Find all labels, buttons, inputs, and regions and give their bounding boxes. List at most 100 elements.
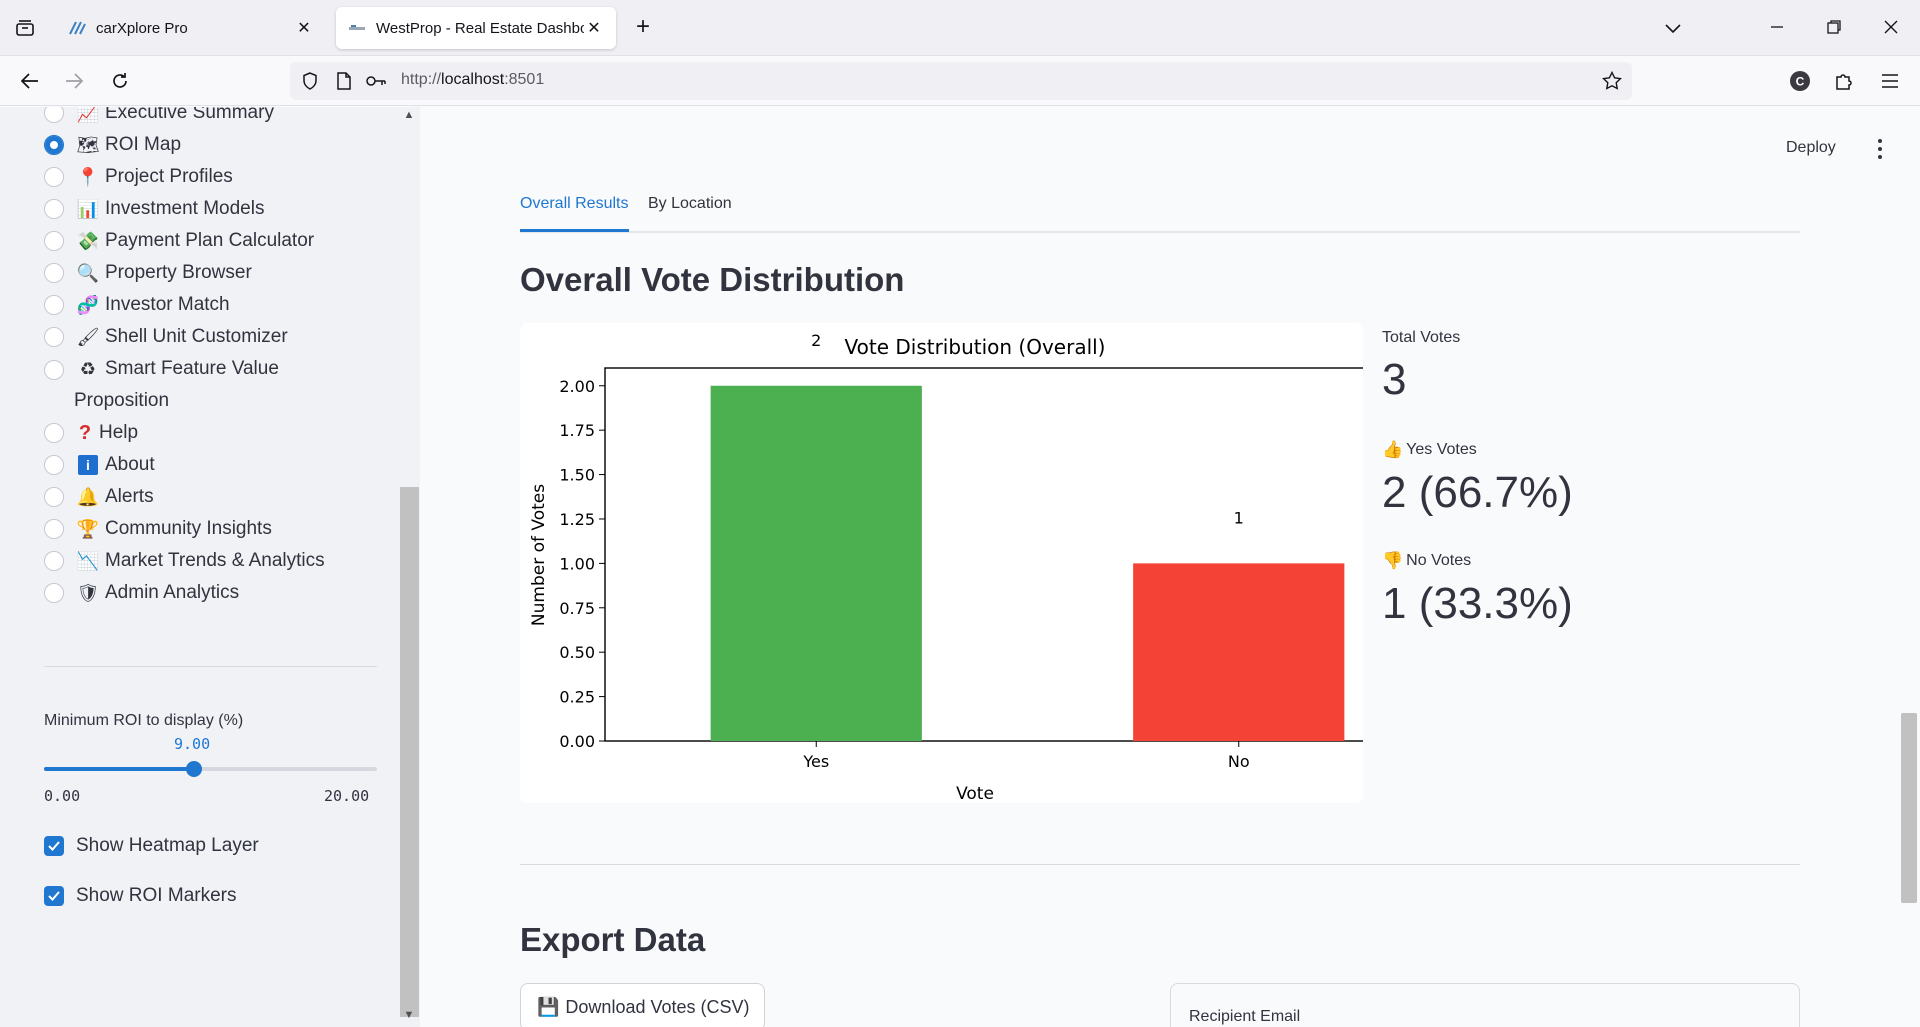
download-votes-csv-button[interactable]: 💾 Download Votes (CSV) bbox=[520, 983, 765, 1027]
radio-button[interactable] bbox=[44, 107, 64, 123]
tab-title: WestProp - Real Estate Dashboard bbox=[376, 19, 584, 37]
tab-by-location[interactable]: By Location bbox=[648, 195, 732, 213]
bell-icon: 🔔 bbox=[76, 486, 100, 507]
deploy-button[interactable]: Deploy bbox=[1786, 139, 1836, 157]
shield-tracking-icon[interactable] bbox=[300, 71, 320, 91]
westprop-favicon-icon bbox=[348, 19, 366, 37]
roi-slider-handle[interactable] bbox=[185, 761, 202, 777]
radio-button[interactable] bbox=[44, 263, 64, 283]
address-bar[interactable]: http://localhost:8501 bbox=[290, 62, 1632, 100]
checkbox-label: Show ROI Markers bbox=[76, 885, 237, 906]
roi-slider-value: 9.00 bbox=[174, 735, 211, 753]
total-votes-metric: Total Votes 3 bbox=[1382, 329, 1460, 405]
checkbox-checked-icon[interactable] bbox=[44, 836, 64, 856]
close-tab-icon[interactable]: ✕ bbox=[294, 18, 314, 38]
radio-button[interactable] bbox=[44, 583, 64, 603]
sidebar-item-community-insights[interactable]: 🏆 Community Insights bbox=[44, 518, 272, 540]
sidebar-item-project-profiles[interactable]: 📍 Project Profiles bbox=[44, 166, 233, 188]
y-tick-label: 1.00 bbox=[559, 554, 595, 573]
sidebar-item-roi-map[interactable]: 🗺 ROI Map bbox=[44, 134, 181, 156]
sidebar-scrollbar[interactable]: ▲ ▼ bbox=[399, 107, 420, 1027]
sidebar-item-market-trends[interactable]: 📉 Market Trends & Analytics bbox=[44, 550, 325, 572]
sidebar-item-smart-feature-value-proposition[interactable]: ♻ Smart Feature Value bbox=[44, 358, 279, 380]
minimize-icon[interactable] bbox=[1762, 14, 1792, 42]
radio-button[interactable] bbox=[44, 423, 64, 443]
x-tick-label: No bbox=[1228, 752, 1250, 771]
metric-value: 3 bbox=[1382, 355, 1407, 404]
scrollbar-thumb[interactable] bbox=[400, 487, 419, 1017]
bar-data-label: 2 bbox=[811, 331, 821, 350]
tab-list-icon[interactable] bbox=[10, 14, 40, 42]
radio-button[interactable] bbox=[44, 519, 64, 539]
sidebar-item-label: Proposition bbox=[74, 390, 170, 411]
y-tick-label: 1.75 bbox=[559, 421, 595, 440]
scroll-up-arrow-icon[interactable]: ▲ bbox=[401, 109, 417, 125]
sidebar-item-property-browser[interactable]: 🔍 Property Browser bbox=[44, 262, 252, 284]
bar-chart-icon: 📊 bbox=[76, 198, 100, 219]
roi-markers-checkbox[interactable]: Show ROI Markers bbox=[44, 885, 236, 907]
restore-icon[interactable] bbox=[1819, 14, 1849, 42]
sidebar-item-investment-models[interactable]: 📊 Investment Models bbox=[44, 198, 264, 220]
sidebar-item-help[interactable]: ? Help bbox=[44, 422, 138, 444]
back-arrow-icon[interactable] bbox=[14, 66, 46, 96]
sidebar-item-label: Investment Models bbox=[105, 198, 265, 219]
new-tab-plus-icon[interactable]: + bbox=[628, 14, 658, 42]
floppy-disk-icon: 💾 bbox=[537, 996, 560, 1017]
list-all-tabs-chevron-icon[interactable] bbox=[1658, 14, 1688, 42]
radio-button[interactable] bbox=[44, 487, 64, 507]
sidebar-item-label-continuation[interactable]: Proposition bbox=[74, 390, 169, 412]
sidebar-item-alerts[interactable]: 🔔 Alerts bbox=[44, 486, 154, 508]
radio-button[interactable] bbox=[44, 551, 64, 571]
heatmap-layer-checkbox[interactable]: Show Heatmap Layer bbox=[44, 835, 259, 857]
url-text[interactable]: http://localhost:8501 bbox=[401, 71, 544, 89]
bar-data-label: 1 bbox=[1234, 508, 1244, 527]
extensions-puzzle-icon[interactable] bbox=[1828, 66, 1860, 96]
radio-button[interactable] bbox=[44, 455, 64, 475]
y-tick-label: 2.00 bbox=[559, 377, 595, 396]
radio-button[interactable] bbox=[44, 231, 64, 251]
sidebar-divider bbox=[44, 666, 377, 667]
sidebar-item-payment-plan-calculator[interactable]: 💸 Payment Plan Calculator bbox=[44, 230, 314, 252]
radio-button[interactable] bbox=[44, 360, 64, 380]
map-icon: 🗺 bbox=[76, 134, 100, 155]
sidebar-item-label: Investor Match bbox=[105, 294, 230, 315]
browser-tab-westprop[interactable]: WestProp - Real Estate Dashboard ✕ bbox=[336, 7, 616, 49]
radio-button[interactable] bbox=[44, 295, 64, 315]
tab-overall-results[interactable]: Overall Results bbox=[520, 195, 628, 213]
roi-slider[interactable] bbox=[44, 761, 377, 777]
roi-slider-fill bbox=[44, 767, 194, 771]
close-window-icon[interactable] bbox=[1876, 14, 1906, 42]
forward-arrow-icon[interactable] bbox=[58, 66, 90, 96]
radio-button[interactable] bbox=[44, 199, 64, 219]
account-icon[interactable]: C bbox=[1784, 66, 1816, 96]
page-info-icon[interactable] bbox=[334, 71, 354, 91]
scroll-down-arrow-icon[interactable]: ▼ bbox=[401, 1009, 417, 1025]
more-options-kebab-icon[interactable] bbox=[1870, 137, 1890, 161]
browser-nav-bar: http://localhost:8501 C bbox=[0, 56, 1920, 106]
browser-tab-carxplore[interactable]: carXplore Pro ✕ bbox=[56, 7, 326, 49]
reload-icon[interactable] bbox=[104, 66, 136, 96]
y-tick-label: 0.00 bbox=[559, 732, 595, 751]
sidebar-item-executive-summary[interactable]: 📈 Executive Summary bbox=[44, 107, 274, 124]
radio-button-selected[interactable] bbox=[44, 135, 64, 155]
radio-button[interactable] bbox=[44, 327, 64, 347]
sidebar-item-about[interactable]: i About bbox=[44, 454, 155, 476]
yes-votes-metric: 👍 Yes Votes 2 (66.7%) bbox=[1382, 440, 1573, 518]
app-menu-hamburger-icon[interactable] bbox=[1874, 66, 1906, 96]
metric-label: Total Votes bbox=[1382, 329, 1461, 346]
checkbox-checked-icon[interactable] bbox=[44, 886, 64, 906]
main-scrollbar[interactable] bbox=[1898, 147, 1920, 1027]
radio-button[interactable] bbox=[44, 167, 64, 187]
sidebar-item-shell-unit-customizer[interactable]: 🖌 Shell Unit Customizer bbox=[44, 326, 288, 348]
scrollbar-thumb[interactable] bbox=[1901, 713, 1917, 903]
key-permissions-icon[interactable] bbox=[366, 71, 386, 91]
sidebar-item-investor-match[interactable]: 🧬 Investor Match bbox=[44, 294, 230, 316]
magnifier-icon: 🔍 bbox=[76, 262, 100, 283]
sidebar-item-label: Admin Analytics bbox=[105, 582, 240, 603]
close-tab-icon[interactable]: ✕ bbox=[584, 18, 604, 38]
bookmark-star-icon[interactable] bbox=[1602, 70, 1622, 91]
sidebar-item-label: Project Profiles bbox=[105, 166, 233, 187]
sidebar-item-admin-analytics[interactable]: 🛡 Admin Analytics bbox=[44, 582, 239, 604]
y-tick-label: 1.25 bbox=[559, 510, 595, 529]
roi-slider-min: 0.00 bbox=[44, 787, 81, 805]
